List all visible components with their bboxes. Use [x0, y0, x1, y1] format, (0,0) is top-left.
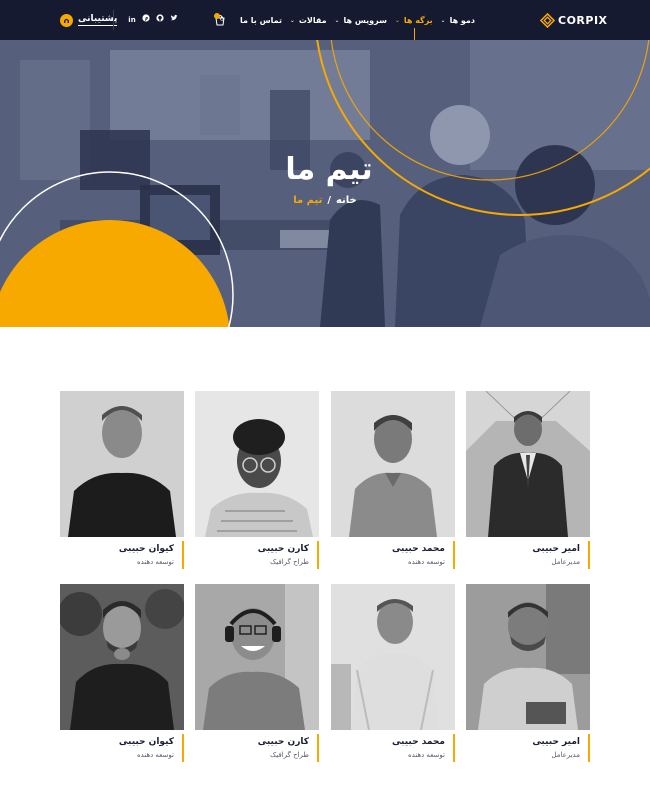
- member-photo: [195, 584, 319, 730]
- member-role: توسعه دهنده: [407, 751, 445, 759]
- team-member-card[interactable]: امیر حبیبی مدیرعامل: [466, 391, 590, 573]
- breadcrumb-current: تیم ما: [293, 195, 323, 206]
- nav-divider: [113, 10, 114, 30]
- cart-count: 0: [220, 16, 224, 23]
- menu-item-articles[interactable]: مقالات ⌄: [290, 16, 327, 25]
- member-name: محمد حبیبی: [391, 737, 445, 747]
- member-portrait-image: [466, 584, 590, 730]
- chevron-down-icon: ⌄: [289, 16, 295, 24]
- accent-bar: [588, 541, 590, 569]
- member-role: طراح گرافیک: [270, 751, 309, 759]
- member-role: مدیرعامل: [551, 558, 580, 566]
- team-member-card[interactable]: کارن حبیبی طراح گرافیک: [195, 584, 319, 766]
- twitter-icon[interactable]: [170, 14, 178, 25]
- member-role: طراح گرافیک: [270, 558, 309, 566]
- breadcrumb-home-link[interactable]: خانه: [336, 195, 357, 206]
- member-info: محمد حبیبی توسعه دهنده: [331, 539, 455, 573]
- menu-item-label: سرویس ها: [343, 15, 387, 25]
- member-info: امیر حبیبی مدیرعامل: [466, 732, 590, 766]
- top-navbar: پشتیبانی in 0 دمو ها ⌄ برگه ها ⌄ سرویس ه…: [0, 0, 650, 42]
- team-member-card[interactable]: کیوان حبیبی توسعه دهنده: [60, 391, 184, 573]
- member-photo: [60, 584, 184, 730]
- breadcrumb-separator: /: [327, 195, 331, 206]
- member-portrait-image: [60, 391, 184, 537]
- team-member-card[interactable]: محمد حبیبی توسعه دهنده: [331, 584, 455, 766]
- member-photo: [331, 391, 455, 537]
- chevron-down-icon: ⌄: [394, 16, 400, 24]
- member-info: محمد حبیبی توسعه دهنده: [331, 732, 455, 766]
- main-menu: دمو ها ⌄ برگه ها ⌄ سرویس ها ⌄ مقالات ⌄ ت…: [240, 13, 475, 42]
- page-title: تیم ما: [285, 152, 373, 187]
- accent-bar: [317, 541, 319, 569]
- accent-bar: [317, 734, 319, 762]
- member-role: توسعه دهنده: [407, 558, 445, 566]
- social-links: in: [128, 14, 178, 25]
- member-info: کارن حبیبی طراح گرافیک: [195, 732, 319, 766]
- member-role: مدیرعامل: [551, 751, 580, 759]
- accent-bar: [182, 541, 184, 569]
- member-role: توسعه دهنده: [136, 751, 174, 759]
- site-logo[interactable]: CORPIX: [540, 12, 608, 28]
- menu-item-label: تماس با ما: [240, 15, 282, 25]
- cart-icon[interactable]: 0: [213, 13, 227, 27]
- team-member-card[interactable]: کارن حبیبی طراح گرافیک: [195, 391, 319, 573]
- support-icon: [60, 13, 73, 27]
- member-portrait-image: [60, 584, 184, 730]
- member-name: کارن حبیبی: [257, 544, 309, 554]
- accent-bar: [453, 541, 455, 569]
- support-link[interactable]: پشتیبانی: [60, 12, 118, 28]
- member-portrait-image: [195, 391, 319, 537]
- member-photo: [195, 391, 319, 537]
- breadcrumb: خانه / تیم ما: [0, 195, 650, 206]
- member-name: محمد حبیبی: [391, 544, 445, 554]
- support-label: پشتیبانی: [78, 14, 118, 26]
- member-portrait-image: [195, 584, 319, 730]
- member-photo: [466, 584, 590, 730]
- member-role: توسعه دهنده: [136, 558, 174, 566]
- menu-item-label: برگه ها: [403, 15, 433, 25]
- member-photo: [466, 391, 590, 537]
- menu-item-label: دمو ها: [449, 15, 475, 25]
- member-info: کیوان حبیبی توسعه دهنده: [60, 539, 184, 573]
- member-name: امیر حبیبی: [532, 737, 580, 747]
- member-info: کارن حبیبی طراح گرافیک: [195, 539, 319, 573]
- member-name: کارن حبیبی: [257, 737, 309, 747]
- member-portrait-image: [331, 584, 455, 730]
- menu-item-services[interactable]: سرویس ها ⌄: [334, 16, 387, 25]
- member-photo: [331, 584, 455, 730]
- page-hero: تیم ما خانه / تیم ما: [0, 40, 650, 327]
- member-portrait-image: [331, 391, 455, 537]
- member-portrait-image: [466, 391, 590, 537]
- team-member-card[interactable]: کیوان حبیبی توسعه دهنده: [60, 584, 184, 766]
- team-grid: امیر حبیبی مدیرعامل محمد حبیبی توسعه دهن…: [60, 391, 590, 781]
- menu-item-contact[interactable]: تماس با ما: [240, 16, 282, 25]
- menu-item-label: مقالات: [298, 15, 327, 25]
- linkedin-icon[interactable]: in: [128, 15, 136, 25]
- member-name: کیوان حبیبی: [118, 544, 174, 554]
- logo-text: CORPIX: [558, 13, 608, 27]
- accent-bar: [453, 734, 455, 762]
- menu-item-demos[interactable]: دمو ها ⌄: [441, 16, 475, 25]
- logo-mark-icon: [540, 12, 555, 28]
- member-info: کیوان حبیبی توسعه دهنده: [60, 732, 184, 766]
- member-name: کیوان حبیبی: [118, 737, 174, 747]
- github-icon[interactable]: [156, 14, 164, 25]
- chevron-down-icon: ⌄: [334, 16, 340, 24]
- pinterest-icon[interactable]: [142, 14, 150, 25]
- accent-bar: [182, 734, 184, 762]
- team-member-card[interactable]: محمد حبیبی توسعه دهنده: [331, 391, 455, 573]
- member-info: امیر حبیبی مدیرعامل: [466, 539, 590, 573]
- menu-item-pages[interactable]: برگه ها ⌄: [394, 15, 433, 42]
- chevron-down-icon: ⌄: [440, 16, 446, 24]
- member-name: امیر حبیبی: [532, 544, 580, 554]
- member-photo: [60, 391, 184, 537]
- team-member-card[interactable]: امیر حبیبی مدیرعامل: [466, 584, 590, 766]
- accent-bar: [588, 734, 590, 762]
